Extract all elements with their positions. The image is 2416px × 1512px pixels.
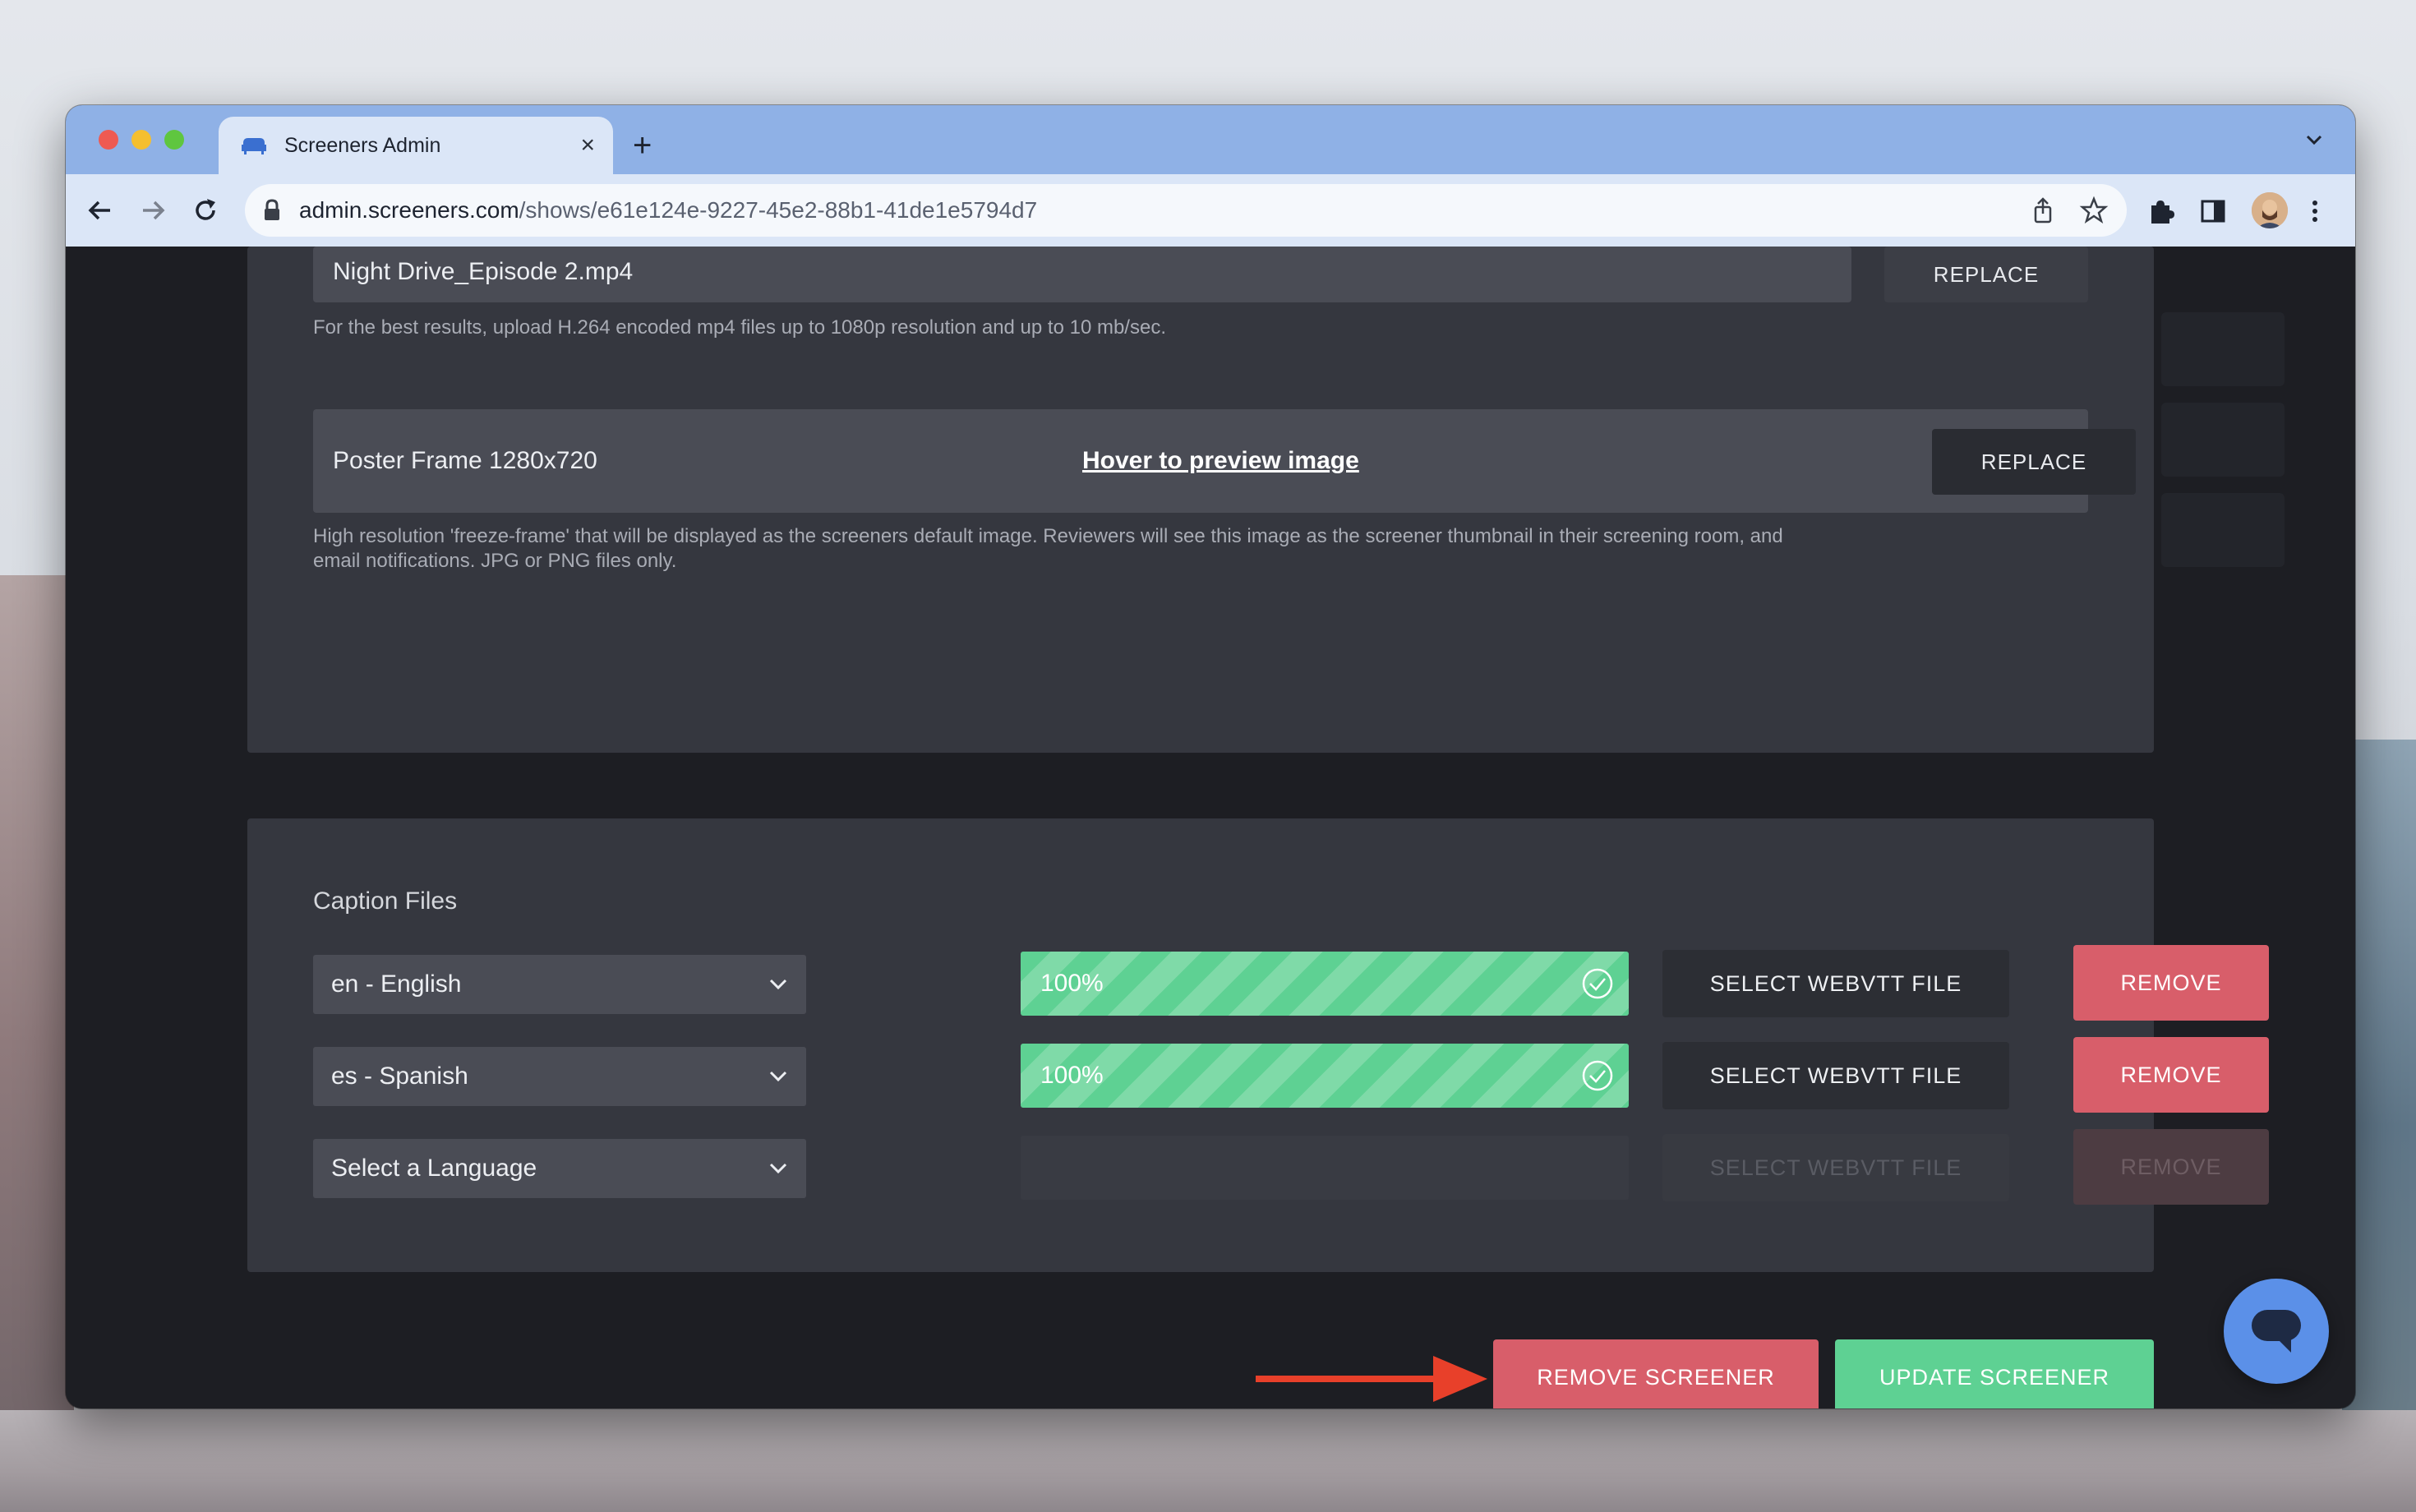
update-screener-button[interactable]: UPDATE SCREENER: [1835, 1339, 2154, 1408]
profile-avatar[interactable]: [2252, 192, 2288, 228]
remove-caption-button[interactable]: REMOVE: [2073, 1037, 2269, 1113]
minimize-window-button[interactable]: [131, 130, 151, 150]
address-bar[interactable]: admin.screeners.com/shows/e61e124e-9227-…: [245, 184, 2127, 237]
video-file-field: Night Drive_Episode 2.mp4: [313, 247, 1851, 302]
share-icon[interactable]: [2028, 196, 2058, 225]
remove-caption-button-disabled: REMOVE: [2073, 1129, 2269, 1205]
remove-screener-button[interactable]: REMOVE SCREENER: [1493, 1339, 1819, 1408]
sidebar-icon[interactable]: [2197, 196, 2229, 227]
check-circle-icon: [1582, 968, 1613, 999]
remove-caption-button[interactable]: REMOVE: [2073, 945, 2269, 1021]
language-select-empty[interactable]: Select a Language: [313, 1139, 806, 1198]
new-tab-button[interactable]: +: [633, 117, 652, 174]
select-webvtt-button[interactable]: SELECT WEBVTT FILE: [1662, 950, 2009, 1017]
select-webvtt-button[interactable]: SELECT WEBVTT FILE: [1662, 1042, 2009, 1109]
language-select-spanish[interactable]: es - Spanish: [313, 1047, 806, 1106]
back-arrow-icon[interactable]: [82, 192, 118, 228]
maximize-window-button[interactable]: [164, 130, 184, 150]
upload-progress-bar-empty: [1021, 1136, 1629, 1200]
language-select-placeholder: Select a Language: [331, 1155, 537, 1182]
media-upload-card: Night Drive_Episode 2.mp4 REPLACE For th…: [247, 247, 2154, 753]
select-webvtt-button-disabled: SELECT WEBVTT FILE: [1662, 1134, 2009, 1201]
check-circle-icon: [1582, 1060, 1613, 1091]
chevron-down-icon: [769, 1163, 787, 1174]
upload-progress-bar: 100%: [1021, 1044, 1629, 1108]
poster-help-text: High resolution 'freeze-frame' that will…: [313, 524, 2121, 574]
replace-video-button[interactable]: REPLACE: [1884, 247, 2088, 302]
desktop-wallpaper-left: [0, 575, 74, 1512]
caption-files-title: Caption Files: [313, 887, 458, 915]
browser-window: Screeners Admin × + admin.screeners.com/…: [66, 105, 2355, 1408]
close-tab-icon[interactable]: ×: [580, 117, 595, 174]
upload-progress-bar: 100%: [1021, 952, 1629, 1016]
forward-arrow-icon[interactable]: [135, 192, 171, 228]
poster-help-line-2: email notifications. JPG or PNG files on…: [313, 550, 677, 572]
chevron-down-icon: [769, 1071, 787, 1082]
browser-tab[interactable]: Screeners Admin ×: [219, 117, 613, 174]
close-window-button[interactable]: [99, 130, 118, 150]
desktop-wallpaper-bottom: [0, 1410, 2416, 1512]
kebab-menu-icon[interactable]: [2299, 196, 2331, 227]
annotation-arrow-icon: [1256, 1356, 1487, 1402]
avatar-face-icon: [2252, 192, 2288, 228]
background-panel: [2161, 403, 2285, 477]
language-select-english[interactable]: en - English: [313, 955, 806, 1014]
progress-label: 100%: [1040, 1062, 1104, 1089]
poster-frame-field: Poster Frame 1280x720 Hover to preview i…: [313, 409, 2136, 513]
url-path: /shows/e61e124e-9227-45e2-88b1-41de1e579…: [519, 197, 1038, 223]
background-panel: [2161, 493, 2285, 567]
language-select-value: en - English: [331, 970, 462, 998]
url-host: admin.screeners.com: [299, 197, 519, 223]
chevron-down-icon[interactable]: [2298, 123, 2331, 156]
lock-icon: [265, 199, 279, 220]
replace-poster-button[interactable]: REPLACE: [1932, 429, 2136, 495]
caption-files-card: Caption Files en - English 100% SELECT W…: [247, 818, 2269, 1272]
browser-toolbar: admin.screeners.com/shows/e61e124e-9227-…: [66, 174, 2355, 247]
background-panel: [2161, 312, 2285, 386]
url-text: admin.screeners.com/shows/e61e124e-9227-…: [299, 184, 1037, 237]
video-filename: Night Drive_Episode 2.mp4: [333, 258, 634, 285]
progress-label: 100%: [1040, 970, 1104, 997]
chevron-down-icon: [769, 979, 787, 990]
sofa-icon: [242, 138, 266, 154]
language-select-value: es - Spanish: [331, 1063, 468, 1090]
browser-titlebar: Screeners Admin × +: [66, 105, 2355, 174]
chat-widget-button[interactable]: [2224, 1279, 2329, 1384]
chat-icon: [2252, 1310, 2301, 1353]
reload-icon[interactable]: [187, 192, 224, 228]
puzzle-icon[interactable]: [2145, 196, 2176, 227]
video-help-text: For the best results, upload H.264 encod…: [313, 316, 1166, 339]
star-icon[interactable]: [2079, 196, 2109, 225]
poster-frame-label: Poster Frame 1280x720: [333, 447, 597, 474]
page-viewport: Night Drive_Episode 2.mp4 REPLACE For th…: [66, 247, 2355, 1408]
tab-title: Screeners Admin: [284, 134, 441, 157]
preview-image-link[interactable]: Hover to preview image: [1082, 409, 1359, 513]
poster-help-line-1: High resolution 'freeze-frame' that will…: [313, 525, 1783, 547]
